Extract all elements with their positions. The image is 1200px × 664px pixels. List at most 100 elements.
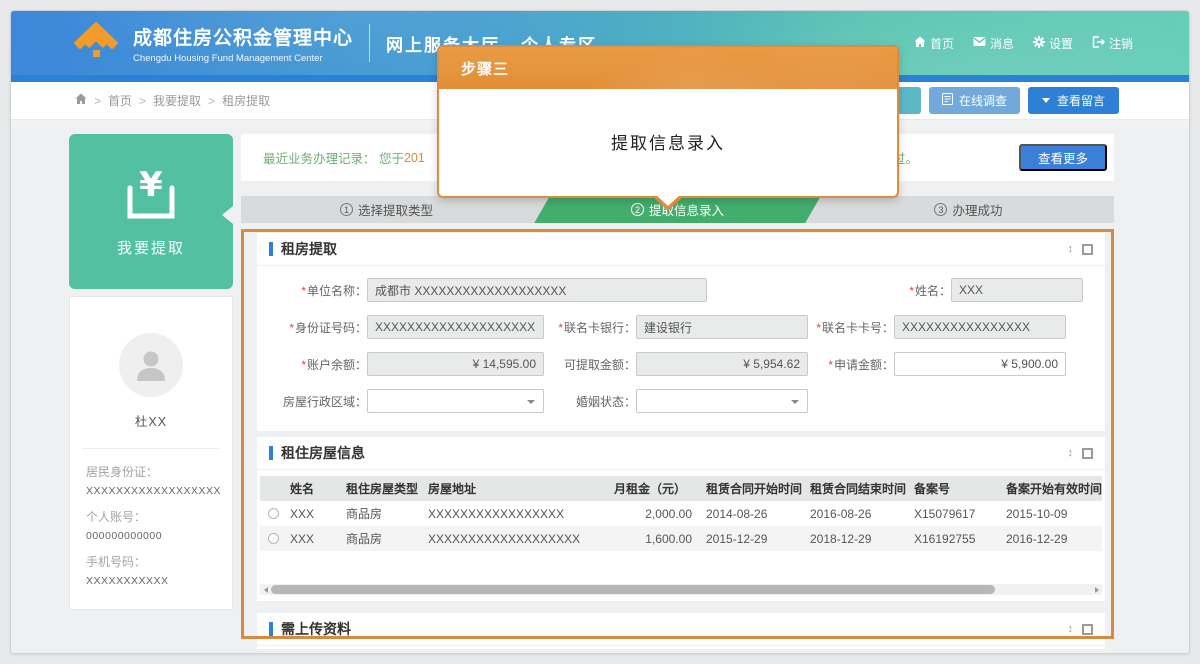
cell-name: XXX: [286, 507, 342, 521]
scroll-left-arrow[interactable]: [260, 584, 271, 595]
maximize-icon[interactable]: [1082, 624, 1093, 635]
rented-housing-header: 租住房屋信息 ↕: [257, 437, 1105, 470]
nav-logout[interactable]: 注销: [1092, 35, 1133, 52]
card-number-field: XXXXXXXXXXXXXXXX: [894, 315, 1066, 339]
col-lease-end: 租赁合同结束时间: [806, 480, 910, 497]
step-tooltip: 步骤三 提取信息录入: [437, 45, 899, 198]
active-pointer: [222, 206, 233, 224]
header-divider: [369, 24, 370, 62]
housing-table-row[interactable]: XXX 商品房 XXXXXXXXXXXXXXXXXXX 1,600.00 201…: [260, 526, 1102, 551]
notice-prefix: 最近业务办理记录： 您于: [263, 148, 404, 167]
breadcrumb-home-icon[interactable]: [75, 93, 87, 108]
withdraw-yuan-icon: ¥: [120, 166, 182, 229]
home-icon: [914, 36, 926, 51]
col-monthly-rent: 月租金（元）: [610, 480, 702, 497]
rented-housing-section: 租住房屋信息 ↕ 姓名 租住房屋类型 房屋地址 月租金（元）: [257, 437, 1105, 601]
sidebar-withdraw-card[interactable]: ¥ 我要提取: [69, 134, 233, 289]
gear-icon: [1033, 36, 1045, 51]
withdraw-form: 单位名称： 成都市 XXXXXXXXXXXXXXXXXXX 姓名： XXX 身份…: [257, 266, 1105, 413]
col-housing-type: 租住房屋类型: [342, 480, 424, 497]
maximize-icon[interactable]: [1082, 448, 1093, 459]
nav-settings[interactable]: 设置: [1033, 35, 1073, 52]
collapse-icon[interactable]: ↕: [1068, 244, 1074, 255]
name-label: 姓名：: [887, 282, 951, 299]
col-record-start: 备案开始有效时间: [1002, 480, 1102, 497]
housing-table-header-row: 姓名 租住房屋类型 房屋地址 月租金（元） 租赁合同开始时间 租赁合同结束时间 …: [260, 476, 1102, 501]
cell-housing-type: 商品房: [342, 530, 424, 547]
rent-withdraw-header: 租房提取 ↕: [257, 233, 1105, 266]
breadcrumb: 首页 我要提取 租房提取: [75, 92, 270, 109]
view-messages-label: 查看留言: [1057, 92, 1105, 109]
region-label: 房屋行政区域：: [267, 393, 367, 410]
profile-card: 杜XX 居民身份证： XXXXXXXXXXXXXXXXXX 个人账号： 0000…: [69, 296, 233, 610]
brand-text: 成都住房公积金管理中心 Chengdu Housing Fund Managem…: [133, 23, 353, 64]
sidebar-withdraw-label: 我要提取: [117, 237, 185, 258]
nav-messages-label: 消息: [990, 35, 1014, 52]
brand: 成都住房公积金管理中心 Chengdu Housing Fund Managem…: [71, 19, 353, 68]
nav-home[interactable]: 首页: [914, 35, 954, 52]
title-bar-accent: [269, 446, 273, 460]
cell-name: XXX: [286, 532, 342, 546]
scrollbar-thumb[interactable]: [271, 585, 995, 594]
step-tooltip-header: 步骤三: [439, 47, 897, 89]
nav-messages[interactable]: 消息: [973, 35, 1014, 52]
marital-select[interactable]: [636, 389, 808, 413]
unit-name-field: 成都市 XXXXXXXXXXXXXXXXXXX: [367, 278, 707, 302]
nav-settings-label: 设置: [1049, 35, 1073, 52]
step-tooltip-title: 步骤三: [461, 58, 509, 79]
scroll-right-arrow[interactable]: [1091, 584, 1102, 595]
step-1-label: 选择提取类型: [358, 200, 433, 219]
housing-table-row[interactable]: XXX 商品房 XXXXXXXXXXXXXXXXX 2,000.00 2014-…: [260, 501, 1102, 526]
top-nav: 首页 消息: [914, 35, 1133, 52]
account-label: 个人账号：: [86, 508, 216, 525]
balance-label: 账户余额：: [267, 356, 367, 373]
view-messages-button[interactable]: 查看留言: [1028, 87, 1119, 114]
col-lease-start: 租赁合同开始时间: [702, 480, 806, 497]
step-2-number: 2: [631, 203, 644, 216]
marital-label: 婚姻状态：: [544, 393, 636, 410]
view-more-button[interactable]: 查看更多: [1019, 144, 1107, 171]
mail-icon: [973, 36, 986, 50]
cell-housing-type: 商品房: [342, 505, 424, 522]
step-tooltip-body: 提取信息录入: [439, 89, 897, 194]
cell-record-number: X16192755: [910, 532, 1002, 546]
apply-amount-field[interactable]: ¥ 5,900.00: [894, 352, 1066, 376]
balance-field: ¥ 14,595.00: [367, 352, 544, 376]
breadcrumb-item-withdraw[interactable]: 我要提取: [132, 92, 201, 109]
collapse-icon[interactable]: ↕: [1068, 624, 1074, 635]
rented-housing-title: 租住房屋信息: [281, 443, 365, 463]
row-radio[interactable]: [268, 508, 279, 519]
step-1-select-type: 1 选择提取类型: [241, 196, 532, 223]
rent-withdraw-title: 租房提取: [281, 239, 337, 259]
nav-home-label: 首页: [930, 35, 954, 52]
region-select[interactable]: [367, 389, 544, 413]
breadcrumb-item-rent: 租房提取: [201, 92, 270, 109]
breadcrumb-item-home[interactable]: 首页: [87, 92, 132, 109]
logout-icon: [1092, 36, 1105, 51]
profile-name: 杜XX: [70, 411, 232, 430]
online-survey-button[interactable]: 在线调查: [929, 87, 1020, 114]
step-3-success: 3 办理成功: [823, 196, 1114, 223]
unit-name-label: 单位名称：: [267, 282, 367, 299]
screen: 成都住房公积金管理中心 Chengdu Housing Fund Managem…: [0, 0, 1200, 664]
cell-record-number: X15079617: [910, 507, 1002, 521]
horizontal-scrollbar[interactable]: [260, 584, 1102, 595]
upload-materials-title: 需上传资料: [281, 619, 351, 639]
id-card-label: 居民身份证：: [86, 463, 216, 480]
row-radio[interactable]: [268, 533, 279, 544]
name-field: XXX: [951, 278, 1083, 302]
bank-label: 联名卡银行：: [544, 319, 636, 336]
account-value: 000000000000: [86, 530, 216, 542]
phone-value: XXXXXXXXXXX: [86, 575, 216, 587]
cell-lease-end: 2018-12-29: [806, 532, 910, 546]
step-1-number: 1: [340, 203, 353, 216]
collapse-icon[interactable]: ↕: [1068, 448, 1074, 459]
nav-logout-label: 注销: [1109, 35, 1133, 52]
withdrawable-label: 可提取金额：: [544, 356, 636, 373]
document-icon: [942, 93, 953, 108]
maximize-icon[interactable]: [1082, 244, 1093, 255]
online-survey-label: 在线调查: [959, 92, 1007, 109]
id-number-field: XXXXXXXXXXXXXXXXXXXX: [367, 315, 544, 339]
step-3-number: 3: [934, 203, 947, 216]
cell-record-start: 2016-12-29: [1002, 532, 1102, 546]
